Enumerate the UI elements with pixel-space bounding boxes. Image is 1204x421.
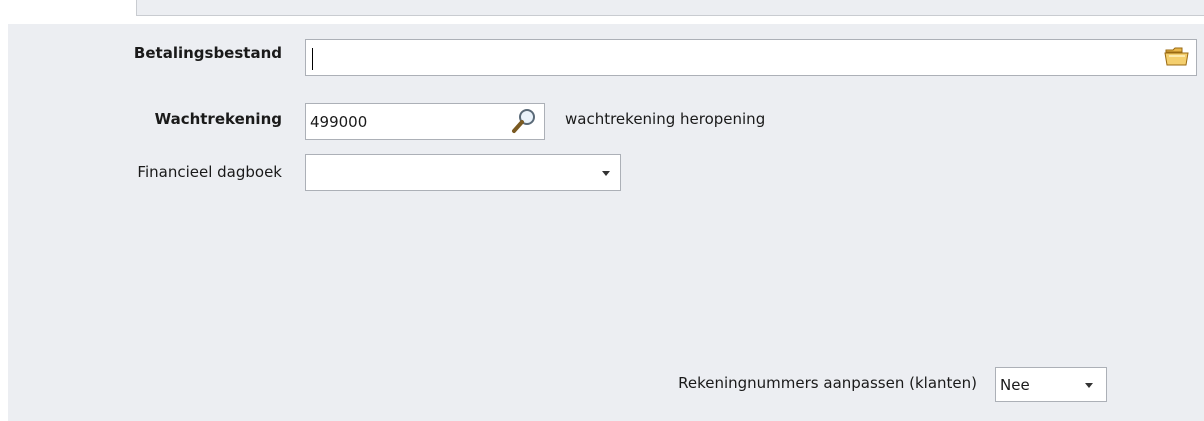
suspense-account-value: 499000: [310, 112, 368, 131]
top-panel-frame: [136, 0, 1204, 16]
adjust-accounts-label: Rekeningnummers aanpassen (klanten): [678, 374, 977, 392]
payment-import-form: Betalingsbestand Wachtrekening 499000 wa…: [8, 24, 1204, 421]
adjust-accounts-select[interactable]: Nee: [995, 367, 1107, 402]
chevron-down-icon[interactable]: [1085, 383, 1093, 388]
text-cursor: [312, 48, 313, 70]
payment-file-input[interactable]: [305, 39, 1197, 76]
chevron-down-icon[interactable]: [602, 171, 610, 176]
payment-file-label: Betalingsbestand: [133, 44, 282, 62]
financial-journal-label: Financieel dagboek: [137, 163, 282, 181]
suspense-account-label: Wachtrekening: [154, 110, 282, 128]
folder-icon[interactable]: [1164, 45, 1190, 67]
magnifier-icon[interactable]: [510, 107, 538, 135]
financial-journal-select[interactable]: [305, 154, 621, 191]
suspense-account-description: wachtrekening heropening: [565, 110, 766, 128]
suspense-account-input[interactable]: 499000: [305, 103, 545, 140]
adjust-accounts-value: Nee: [1000, 375, 1030, 394]
